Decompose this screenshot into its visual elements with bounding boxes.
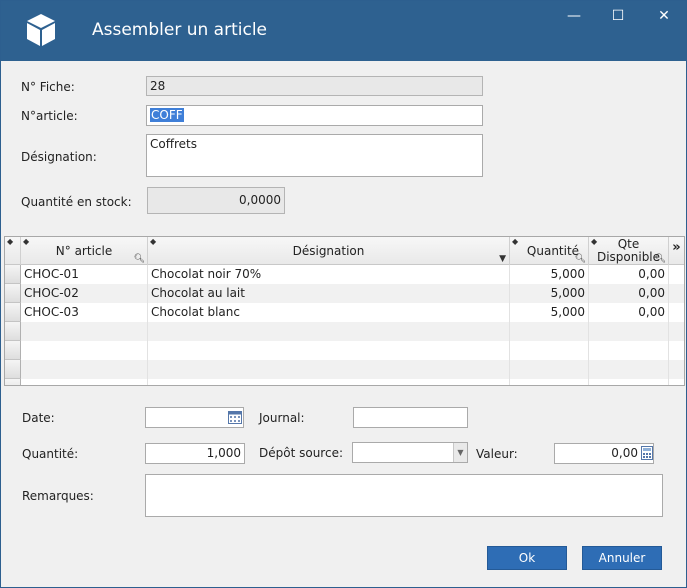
column-quantite[interactable]: ◆ Quantité 🔍︎ — [510, 237, 589, 265]
search-key-icon: 🔍︎ — [133, 254, 145, 264]
cell-article[interactable] — [21, 341, 148, 360]
column-designation[interactable]: ◆ Désignation ▼ — [148, 237, 510, 265]
empty-row[interactable] — [5, 360, 684, 379]
window-title: Assembler un article — [92, 20, 268, 40]
cell-dispo[interactable] — [589, 379, 669, 385]
cancel-button[interactable]: Annuler — [582, 546, 662, 570]
valeur-field[interactable]: 0,00 — [554, 443, 654, 464]
cell-dispo[interactable]: 0,00 — [589, 303, 669, 322]
cell-designation[interactable]: Chocolat au lait — [148, 284, 510, 303]
cell-article[interactable]: CHOC-03 — [21, 303, 148, 322]
components-grid[interactable]: ◆ ◆ N° article 🔍︎ ◆ Désignation ▼ ◆ Quan… — [4, 236, 685, 386]
row-selector[interactable] — [5, 379, 21, 385]
empty-row[interactable] — [5, 341, 684, 360]
cube-icon — [27, 14, 55, 46]
assembler-window: Assembler un article — ☐ ✕ N° Fiche: 28 … — [0, 0, 687, 588]
fiche-field: 28 — [146, 76, 483, 96]
minimize-button[interactable]: — — [559, 5, 589, 27]
row-selector[interactable] — [5, 303, 21, 322]
designation-label: Désignation: — [21, 150, 97, 164]
maximize-button[interactable]: ☐ — [603, 5, 633, 27]
cell-quantite[interactable]: 5,000 — [510, 265, 589, 284]
search-key-icon: 🔍︎ — [654, 254, 666, 264]
remarques-label: Remarques: — [22, 489, 94, 503]
cell-quantite[interactable] — [510, 341, 589, 360]
table-row[interactable]: CHOC-03 Chocolat blanc 5,000 0,00 — [5, 303, 684, 322]
article-label: N°article: — [21, 109, 78, 123]
cell-dispo[interactable] — [589, 322, 669, 341]
close-button[interactable]: ✕ — [649, 5, 679, 27]
chevron-down-icon[interactable]: ▼ — [453, 443, 467, 462]
remarques-field[interactable] — [145, 474, 663, 517]
designation-field[interactable]: Coffrets — [146, 134, 483, 177]
cell-dispo[interactable]: 0,00 — [589, 265, 669, 284]
row-header-corner: ◆ — [5, 237, 21, 265]
row-selector[interactable] — [5, 265, 21, 284]
cell-designation[interactable] — [148, 360, 510, 379]
empty-row[interactable] — [5, 322, 684, 341]
depot-select[interactable] — [352, 442, 468, 463]
cell-quantite[interactable] — [510, 379, 589, 385]
quantite-label: Quantité: — [22, 447, 79, 461]
expand-columns-icon[interactable]: » — [669, 240, 684, 255]
cell-quantite[interactable] — [510, 322, 589, 341]
cell-article[interactable]: CHOC-01 — [21, 265, 148, 284]
row-selector[interactable] — [5, 322, 21, 341]
cell-quantite[interactable]: 5,000 — [510, 284, 589, 303]
row-selector[interactable] — [5, 360, 21, 379]
quantite-field[interactable]: 1,000 — [145, 443, 245, 464]
cell-designation[interactable]: Chocolat blanc — [148, 303, 510, 322]
cell-dispo[interactable]: 0,00 — [589, 284, 669, 303]
title-bar: Assembler un article — ☐ ✕ — [1, 1, 686, 61]
filter-icon[interactable]: ▼ — [499, 254, 506, 264]
stock-field: 0,0000 — [147, 187, 285, 214]
cell-article[interactable] — [21, 322, 148, 341]
cell-designation[interactable]: Chocolat noir 70% — [148, 265, 510, 284]
journal-field[interactable] — [353, 407, 468, 428]
empty-row[interactable] — [5, 379, 684, 385]
column-dispo[interactable]: ◆ Qte Disponible 🔍︎ — [589, 237, 669, 265]
cell-article[interactable] — [21, 379, 148, 385]
ok-button[interactable]: Ok — [487, 546, 567, 570]
calculator-icon[interactable] — [640, 446, 654, 460]
cell-article[interactable] — [21, 360, 148, 379]
cell-quantite[interactable] — [510, 360, 589, 379]
cell-article[interactable]: CHOC-02 — [21, 284, 148, 303]
sort-icon: ◆ — [7, 237, 14, 246]
table-row[interactable]: CHOC-01 Chocolat noir 70% 5,000 0,00 — [5, 265, 684, 284]
article-field[interactable]: COFF — [146, 105, 483, 126]
cell-dispo[interactable] — [589, 360, 669, 379]
cell-designation[interactable] — [148, 341, 510, 360]
cell-quantite[interactable]: 5,000 — [510, 303, 589, 322]
cell-designation[interactable] — [148, 322, 510, 341]
row-selector[interactable] — [5, 284, 21, 303]
cell-designation[interactable] — [148, 379, 510, 385]
fiche-label: N° Fiche: — [21, 80, 75, 94]
column-designation-label: Désignation — [292, 244, 365, 258]
column-chooser[interactable]: » — [669, 237, 684, 265]
grid-header: ◆ ◆ N° article 🔍︎ ◆ Désignation ▼ ◆ Quan… — [5, 237, 684, 265]
column-article-label: N° article — [55, 244, 113, 258]
column-article[interactable]: ◆ N° article 🔍︎ — [21, 237, 148, 265]
article-value: COFF — [150, 108, 184, 122]
calendar-icon[interactable] — [228, 410, 242, 424]
journal-label: Journal: — [259, 411, 305, 425]
table-row[interactable]: CHOC-02 Chocolat au lait 5,000 0,00 — [5, 284, 684, 303]
depot-label: Dépôt source: — [259, 446, 343, 460]
date-label: Date: — [22, 411, 55, 425]
stock-label: Quantité en stock: — [21, 195, 132, 209]
row-selector[interactable] — [5, 341, 21, 360]
valeur-label: Valeur: — [476, 447, 518, 461]
cell-dispo[interactable] — [589, 341, 669, 360]
search-key-icon: 🔍︎ — [574, 254, 586, 264]
